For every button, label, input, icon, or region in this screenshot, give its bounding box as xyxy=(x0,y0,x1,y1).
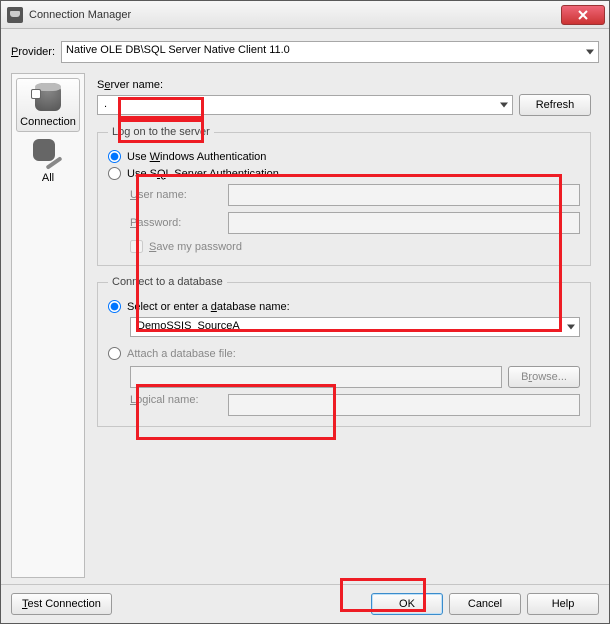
auth-windows-radio[interactable] xyxy=(108,150,121,163)
browse-button: Browse... xyxy=(508,366,580,388)
server-name-row: . Refresh xyxy=(97,94,591,116)
content-area: Provider: Native OLE DB\SQL Server Nativ… xyxy=(1,29,609,584)
credentials-grid: User name: Password: xyxy=(130,184,580,234)
attach-file-row: Browse... xyxy=(130,366,580,388)
db-name-value: DemoSSIS_SourceA xyxy=(137,320,240,332)
test-connection-label: Test Connection xyxy=(22,598,101,610)
auth-sql-label: Use SQL Server Authentication xyxy=(127,168,279,180)
db-attach-row[interactable]: Attach a database file: xyxy=(108,347,580,360)
attach-file-input xyxy=(130,366,502,388)
connection-form: Server name: . Refresh Log on to the ser… xyxy=(89,73,599,578)
window-title: Connection Manager xyxy=(29,9,561,21)
save-password-row: Save my password xyxy=(130,240,580,253)
auth-sql-radio[interactable] xyxy=(108,167,121,180)
nav-item-all[interactable]: All xyxy=(16,134,80,188)
cancel-button[interactable]: Cancel xyxy=(449,593,521,615)
connection-manager-window: Connection Manager Provider: Native OLE … xyxy=(0,0,610,624)
logical-name-row: Logical name: xyxy=(130,394,580,416)
app-icon xyxy=(7,7,23,23)
user-name-input xyxy=(228,184,580,206)
database-legend: Connect to a database xyxy=(108,276,227,288)
database-group: Connect to a database Select or enter a … xyxy=(97,276,591,427)
test-connection-button[interactable]: Test Connection xyxy=(11,593,112,615)
cancel-label: Cancel xyxy=(468,598,502,610)
chevron-down-icon xyxy=(500,103,508,108)
provider-label: Provider: xyxy=(11,46,55,58)
db-select-container: DemoSSIS_SourceA xyxy=(108,317,580,337)
chevron-down-icon xyxy=(567,325,575,330)
nav-pane: Connection All xyxy=(11,73,85,578)
help-button[interactable]: Help xyxy=(527,593,599,615)
password-label: Password: xyxy=(130,217,220,229)
db-select-radio[interactable] xyxy=(108,300,121,313)
ok-button[interactable]: OK xyxy=(371,593,443,615)
db-select-label: Select or enter a database name: xyxy=(127,301,290,313)
titlebar[interactable]: Connection Manager xyxy=(1,1,609,29)
close-icon xyxy=(578,10,588,20)
close-button[interactable] xyxy=(561,5,605,25)
user-name-label: User name: xyxy=(130,189,220,201)
provider-value: Native OLE DB\SQL Server Native Client 1… xyxy=(66,44,290,56)
provider-combo[interactable]: Native OLE DB\SQL Server Native Client 1… xyxy=(61,41,599,63)
nav-item-all-label: All xyxy=(17,172,79,184)
logical-name-label: Logical name: xyxy=(130,394,220,416)
db-select-row[interactable]: Select or enter a database name: xyxy=(108,300,580,313)
main-row: Connection All Server name: . Refresh xyxy=(11,73,599,578)
server-name-label: Server name: xyxy=(97,79,591,91)
refresh-label: Refresh xyxy=(536,99,575,111)
auth-sql-row[interactable]: Use SQL Server Authentication xyxy=(108,167,580,180)
nav-item-connection[interactable]: Connection xyxy=(16,78,80,132)
save-password-checkbox xyxy=(130,240,143,253)
nav-item-connection-label: Connection xyxy=(17,116,79,128)
refresh-button[interactable]: Refresh xyxy=(519,94,591,116)
save-password-label: Save my password xyxy=(149,241,242,253)
db-attach-radio[interactable] xyxy=(108,347,121,360)
server-name-value: . xyxy=(104,98,107,110)
logon-legend: Log on to the server xyxy=(108,126,214,138)
ok-label: OK xyxy=(399,598,415,610)
auth-windows-label: Use Windows Authentication xyxy=(127,151,266,163)
db-name-combo[interactable]: DemoSSIS_SourceA xyxy=(130,317,580,337)
connection-icon xyxy=(32,83,64,115)
browse-label: Browse... xyxy=(521,371,567,383)
help-label: Help xyxy=(552,598,575,610)
db-attach-label: Attach a database file: xyxy=(127,348,236,360)
footer: Test Connection OK Cancel Help xyxy=(1,584,609,623)
chevron-down-icon xyxy=(586,50,594,55)
auth-windows-row[interactable]: Use Windows Authentication xyxy=(108,150,580,163)
server-name-combo[interactable]: . xyxy=(97,95,513,115)
provider-row: Provider: Native OLE DB\SQL Server Nativ… xyxy=(11,37,599,69)
all-icon xyxy=(32,139,64,171)
password-input xyxy=(228,212,580,234)
logon-group: Log on to the server Use Windows Authent… xyxy=(97,126,591,266)
logical-name-input xyxy=(228,394,580,416)
